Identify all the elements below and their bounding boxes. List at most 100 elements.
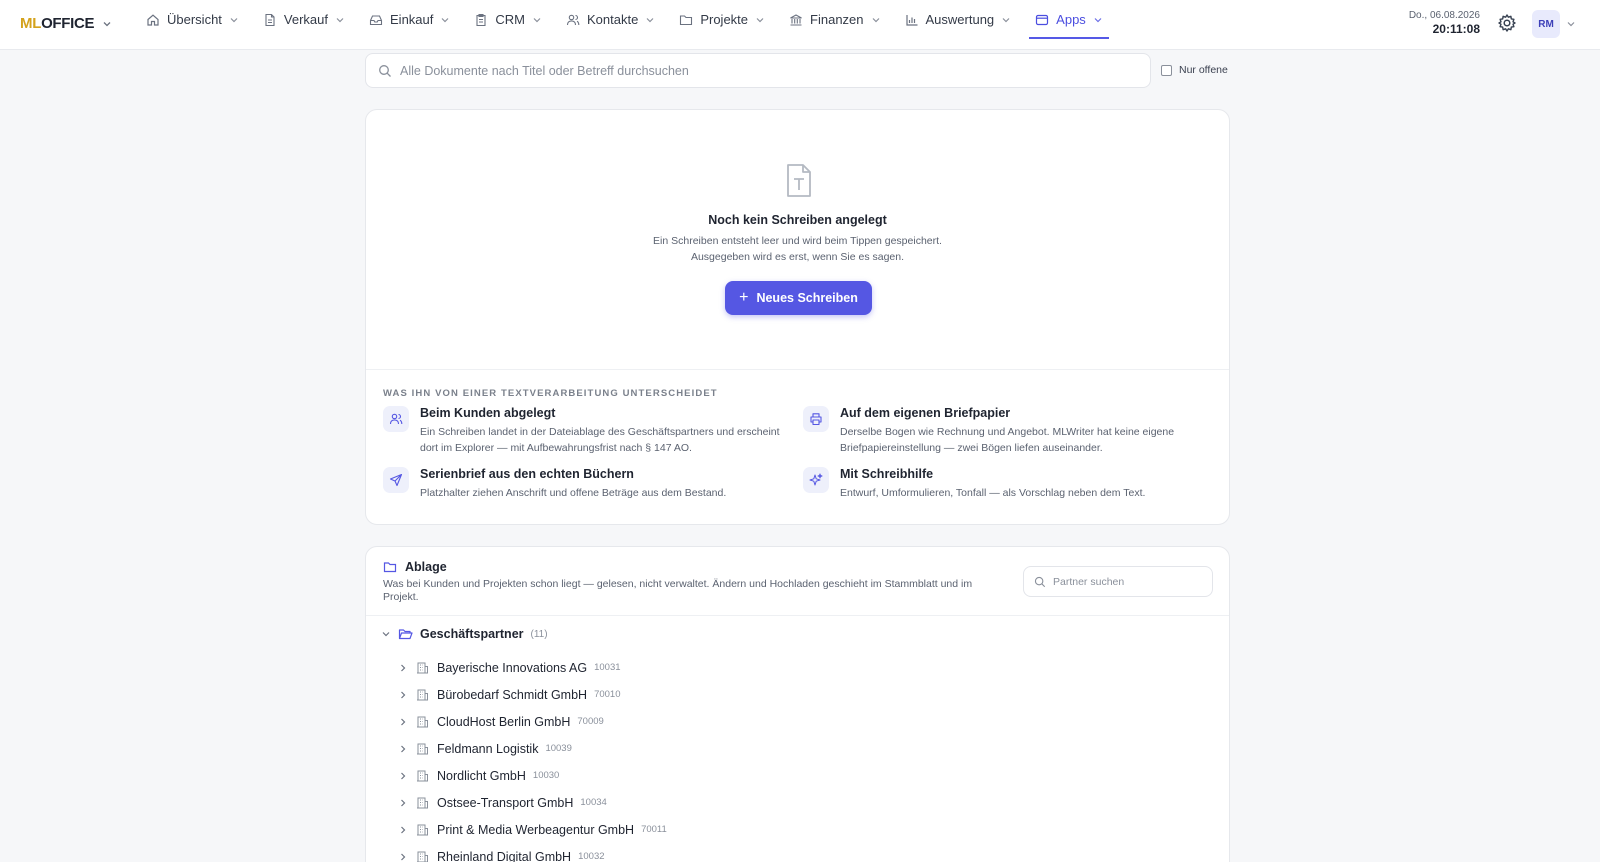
nav-label: Projekte — [700, 12, 749, 27]
empty-state-line-2: Ausgegeben wird es erst, wenn Sie es sag… — [690, 251, 905, 263]
chevron-down-icon — [336, 17, 344, 22]
partner-search — [1023, 566, 1213, 597]
partner-row[interactable]: Nordlicht GmbH 10030 — [398, 762, 667, 789]
feature-text: Platzhalter ziehen Anschrift und offene … — [420, 487, 727, 499]
only-open-filter[interactable]: Nur offene — [1161, 64, 1228, 76]
empty-state-line-1: Ein Schreiben entsteht leer und wird bei… — [653, 235, 942, 247]
feature-title: Mit Schreibhilfe — [840, 467, 934, 481]
feature-title: Serienbrief aus den echten Büchern — [420, 467, 634, 481]
chevron-right-icon[interactable] — [398, 852, 408, 862]
partner-row[interactable]: Bürobedarf Schmidt GmbH 70010 — [398, 681, 667, 708]
feature-text: Entwurf, Umformulieren, Tonfall — als Vo… — [840, 487, 1146, 499]
partner-name: CloudHost Berlin GmbH — [437, 714, 571, 729]
nav-label: Einkauf — [390, 12, 434, 27]
partner-row[interactable]: CloudHost Berlin GmbH 70009 — [398, 708, 667, 735]
search-icon — [379, 64, 391, 77]
window-icon — [1036, 14, 1049, 25]
building-icon — [417, 824, 428, 836]
nav-item-verkauf[interactable]: Verkauf — [257, 0, 351, 39]
nav-item-crm[interactable]: CRM — [468, 0, 548, 39]
empty-state-title: Noch kein Schreiben angelegt — [708, 213, 887, 227]
chevron-down-icon — [1002, 17, 1010, 22]
partner-name: Bürobedarf Schmidt GmbH — [437, 687, 588, 702]
ablage-description: Was bei Kunden und Projekten schon liegt… — [383, 578, 973, 603]
building-icon — [417, 662, 428, 674]
building-icon — [417, 689, 428, 701]
nav-item-uebersicht[interactable]: Übersicht — [140, 0, 245, 39]
feature-text: Derselbe Bogen wie Rechnung und Angebot.… — [840, 426, 1175, 454]
ablage-title: Ablage — [405, 560, 447, 574]
clipboard-icon — [476, 13, 486, 26]
chevron-right-icon[interactable] — [398, 690, 408, 700]
chevron-down-icon — [1094, 17, 1102, 22]
building-icon — [417, 716, 428, 728]
nav-label: Auswertung — [925, 12, 995, 27]
inbox-icon — [369, 14, 383, 25]
nav-label: CRM — [495, 12, 525, 27]
tree-node-geschaeftspartner[interactable]: Geschäftspartner (11) — [381, 627, 548, 641]
document-search-input[interactable] — [400, 63, 1120, 78]
building-icon — [417, 743, 428, 755]
chevron-down-icon — [441, 17, 449, 22]
app-logo-menu[interactable]: ML OFFICE — [20, 15, 112, 32]
chevron-right-icon[interactable] — [398, 825, 408, 835]
document-search — [365, 53, 1151, 88]
folder-open-icon — [398, 629, 413, 640]
nav-item-kontakte[interactable]: Kontakte — [560, 0, 661, 39]
chevron-down-icon — [756, 17, 764, 22]
partner-name: Feldmann Logistik — [437, 741, 539, 756]
nav-label: Finanzen — [810, 12, 864, 27]
partner-list: Bayerische Innovations AG 10031 Bürobeda… — [398, 654, 667, 862]
folder-icon — [383, 562, 397, 573]
tree-root-label: Geschäftspartner — [420, 627, 524, 641]
nav-item-einkauf[interactable]: Einkauf — [363, 0, 456, 39]
new-letter-label: Neues Schreiben — [756, 291, 858, 305]
user-avatar[interactable]: RM — [1532, 10, 1560, 38]
chevron-down-icon — [533, 17, 541, 22]
chevron-right-icon[interactable] — [398, 771, 408, 781]
feature-title: Auf dem eigenen Briefpapier — [840, 406, 1011, 420]
building-icon — [417, 797, 428, 809]
gear-icon[interactable] — [1497, 13, 1517, 33]
nav-item-finanzen[interactable]: Finanzen — [783, 0, 886, 39]
chevron-down-icon[interactable] — [381, 629, 391, 639]
chevron-down-icon — [646, 17, 654, 22]
nav-item-auswertung[interactable]: Auswertung — [899, 0, 1018, 39]
only-open-checkbox[interactable] — [1161, 64, 1172, 76]
nav-label: Apps — [1056, 12, 1086, 27]
document-icon — [265, 13, 275, 26]
partner-row[interactable]: Print & Media Werbeagentur GmbH 70011 — [398, 816, 667, 843]
nav-item-apps[interactable]: Apps — [1029, 0, 1109, 39]
partner-row[interactable]: Feldmann Logistik 10039 — [398, 735, 667, 762]
datetime-display: Do., 06.08.2026 20:11:08 — [1409, 10, 1480, 36]
empty-state-text: Ein Schreiben entsteht leer und wird bei… — [366, 233, 1229, 265]
nav-item-projekte[interactable]: Projekte — [673, 0, 771, 39]
text-document-icon — [787, 164, 811, 197]
divider — [366, 369, 1229, 370]
send-icon — [383, 467, 409, 493]
folder-icon — [680, 14, 693, 25]
partner-id: 70011 — [641, 824, 667, 835]
chevron-right-icon[interactable] — [398, 663, 408, 673]
features-section-label: WAS IHN VON EINER TEXTVERARBEITUNG UNTER… — [383, 388, 718, 399]
ablage-header: Ablage — [383, 560, 447, 574]
partner-row[interactable]: Bayerische Innovations AG 10031 — [398, 654, 667, 681]
top-bar: ML OFFICE Übersicht Verkauf Einkauf CRM K… — [0, 0, 1600, 50]
printer-icon — [803, 406, 829, 432]
partner-search-input[interactable] — [1053, 575, 1203, 588]
new-letter-button[interactable]: + Neues Schreiben — [725, 281, 872, 315]
nav-label: Verkauf — [283, 12, 329, 27]
partner-row[interactable]: Ostsee-Transport GmbH 10034 — [398, 789, 667, 816]
ablage-card: Ablage Was bei Kunden und Projekten scho… — [365, 546, 1230, 862]
partner-name: Nordlicht GmbH — [437, 768, 526, 783]
building-icon — [417, 851, 428, 862]
partner-row[interactable]: Rheinland Digital GmbH 10032 — [398, 843, 667, 862]
users-icon — [383, 406, 409, 432]
current-date: Do., 06.08.2026 — [1408, 10, 1480, 21]
only-open-label: Nur offene — [1179, 64, 1228, 76]
chevron-down-icon[interactable] — [1566, 19, 1576, 29]
partner-name: Ostsee-Transport GmbH — [437, 795, 574, 810]
chevron-right-icon[interactable] — [398, 798, 408, 808]
chevron-right-icon[interactable] — [398, 717, 408, 727]
chevron-right-icon[interactable] — [398, 744, 408, 754]
